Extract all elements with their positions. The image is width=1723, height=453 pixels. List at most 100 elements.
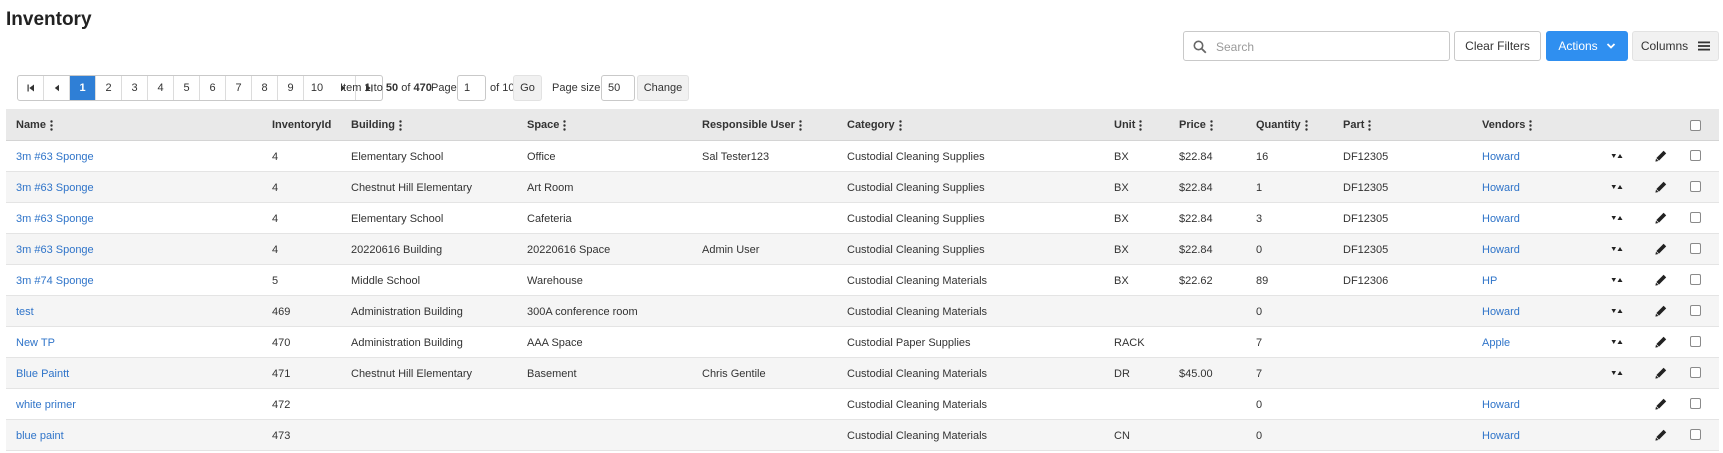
cell-name[interactable]: 3m #63 Sponge xyxy=(16,141,94,172)
sort-arrows-icon[interactable] xyxy=(1611,306,1623,316)
vertical-dots-icon[interactable] xyxy=(1304,119,1308,131)
header-vendors[interactable]: Vendors xyxy=(1482,109,1533,141)
vertical-dots-icon[interactable] xyxy=(898,119,902,131)
grid-body: 3m #63 Sponge 4 Elementary School Office Sal… xyxy=(6,141,1719,451)
pencil-icon[interactable] xyxy=(1655,398,1667,410)
page-4-button[interactable]: 4 xyxy=(148,76,174,100)
cell-vendors[interactable]: Howard xyxy=(1482,234,1520,265)
cell-unit: BX xyxy=(1114,212,1129,225)
cell-space: Warehouse xyxy=(527,274,583,287)
pencil-icon[interactable] xyxy=(1655,367,1667,379)
go-button[interactable]: Go xyxy=(513,75,542,101)
cell-vendors[interactable]: Howard xyxy=(1482,203,1520,234)
row-select-checkbox[interactable] xyxy=(1690,150,1701,161)
page-6-button[interactable]: 6 xyxy=(200,76,226,100)
row-select-checkbox[interactable] xyxy=(1690,429,1701,440)
pencil-icon[interactable] xyxy=(1655,150,1667,162)
columns-button[interactable]: Columns xyxy=(1632,31,1719,61)
cell-name[interactable]: blue paint xyxy=(16,420,64,451)
cell-category: Custodial Cleaning Materials xyxy=(847,305,988,318)
row-select-checkbox[interactable] xyxy=(1690,367,1701,378)
cell-responsible-user: Chris Gentile xyxy=(702,367,766,380)
header-inventory-id[interactable]: InventoryId xyxy=(272,109,331,141)
change-page-size-button[interactable]: Change xyxy=(637,75,689,101)
page-8-button[interactable]: 8 xyxy=(252,76,278,100)
page-number-input[interactable] xyxy=(457,75,486,101)
vertical-dots-icon[interactable] xyxy=(563,119,567,131)
header-price[interactable]: Price xyxy=(1179,109,1213,141)
vertical-dots-icon[interactable] xyxy=(1529,119,1533,131)
cell-vendors[interactable]: Howard xyxy=(1482,420,1520,451)
sort-arrows-icon[interactable] xyxy=(1611,182,1623,192)
vertical-dots-icon[interactable] xyxy=(799,119,802,131)
cell-name[interactable]: 3m #63 Sponge xyxy=(16,203,94,234)
cell-quantity: 16 xyxy=(1256,150,1269,163)
cell-vendors[interactable]: Apple xyxy=(1482,327,1510,358)
header-name[interactable]: Name xyxy=(16,109,53,141)
page-size-input[interactable] xyxy=(601,75,635,101)
page-3-button[interactable]: 3 xyxy=(122,76,148,100)
page-7-button[interactable]: 7 xyxy=(226,76,252,100)
header-quantity[interactable]: Quantity xyxy=(1256,109,1308,141)
pencil-icon[interactable] xyxy=(1655,305,1667,317)
cell-vendors[interactable]: Howard xyxy=(1482,172,1520,203)
row-select-checkbox[interactable] xyxy=(1690,181,1701,192)
row-select-checkbox[interactable] xyxy=(1690,305,1701,316)
vertical-dots-icon[interactable] xyxy=(1210,119,1213,131)
pencil-icon[interactable] xyxy=(1655,429,1667,441)
sort-arrows-icon[interactable] xyxy=(1611,337,1623,347)
sort-arrows-icon[interactable] xyxy=(1611,275,1623,285)
pencil-icon[interactable] xyxy=(1655,212,1667,224)
cell-name[interactable]: 3m #63 Sponge xyxy=(16,234,94,265)
vertical-dots-icon[interactable] xyxy=(1139,119,1143,131)
header-responsible-user[interactable]: Responsible User xyxy=(702,109,802,141)
pencil-icon[interactable] xyxy=(1655,243,1667,255)
sort-arrows-icon[interactable] xyxy=(1611,368,1623,378)
search-input[interactable] xyxy=(1214,37,1444,57)
cell-inventory-id: 471 xyxy=(272,367,291,380)
cell-vendors[interactable]: Howard xyxy=(1482,296,1520,327)
header-space-label: Space xyxy=(527,119,560,131)
row-select-checkbox[interactable] xyxy=(1690,243,1701,254)
header-unit[interactable]: Unit xyxy=(1114,109,1143,141)
page-2-button[interactable]: 2 xyxy=(96,76,122,100)
pencil-icon[interactable] xyxy=(1655,181,1667,193)
row-select-checkbox[interactable] xyxy=(1690,336,1701,347)
header-category[interactable]: Category xyxy=(847,109,902,141)
cell-name[interactable]: test xyxy=(16,296,34,327)
sort-arrows-icon[interactable] xyxy=(1611,244,1623,254)
sort-arrows-icon[interactable] xyxy=(1611,151,1623,161)
vertical-dots-icon[interactable] xyxy=(50,119,53,131)
vertical-dots-icon[interactable] xyxy=(399,119,402,131)
cell-part: DF12306 xyxy=(1343,274,1389,287)
cell-name[interactable]: New TP xyxy=(16,327,55,358)
cell-name[interactable]: Blue Paintt xyxy=(16,358,69,389)
select-all-checkbox[interactable] xyxy=(1690,120,1701,131)
page-9-button[interactable]: 9 xyxy=(278,76,304,100)
cell-vendors[interactable]: Howard xyxy=(1482,141,1520,172)
cell-vendors[interactable]: Howard xyxy=(1482,389,1520,420)
row-select-checkbox[interactable] xyxy=(1690,398,1701,409)
cell-name[interactable]: 3m #74 Sponge xyxy=(16,265,94,296)
change-label: Change xyxy=(643,82,683,94)
row-select-checkbox[interactable] xyxy=(1690,274,1701,285)
pencil-icon[interactable] xyxy=(1655,336,1667,348)
prev-page-button[interactable] xyxy=(44,76,70,100)
pencil-icon[interactable] xyxy=(1655,274,1667,286)
search-box[interactable] xyxy=(1183,31,1450,61)
page-10-button[interactable]: 10 xyxy=(304,76,330,100)
sort-arrows-icon[interactable] xyxy=(1611,213,1623,223)
vertical-dots-icon[interactable] xyxy=(1368,119,1372,131)
page-1-button[interactable]: 1 xyxy=(70,76,96,100)
row-select-checkbox[interactable] xyxy=(1690,212,1701,223)
header-space[interactable]: Space xyxy=(527,109,567,141)
cell-vendors[interactable]: HP xyxy=(1482,265,1497,296)
first-page-button[interactable] xyxy=(18,76,44,100)
page-5-button[interactable]: 5 xyxy=(174,76,200,100)
cell-name[interactable]: white primer xyxy=(16,389,76,420)
header-building[interactable]: Building xyxy=(351,109,402,141)
clear-filters-button[interactable]: Clear Filters xyxy=(1454,31,1541,61)
actions-button[interactable]: Actions xyxy=(1546,31,1628,61)
header-part[interactable]: Part xyxy=(1343,109,1372,141)
cell-name[interactable]: 3m #63 Sponge xyxy=(16,172,94,203)
